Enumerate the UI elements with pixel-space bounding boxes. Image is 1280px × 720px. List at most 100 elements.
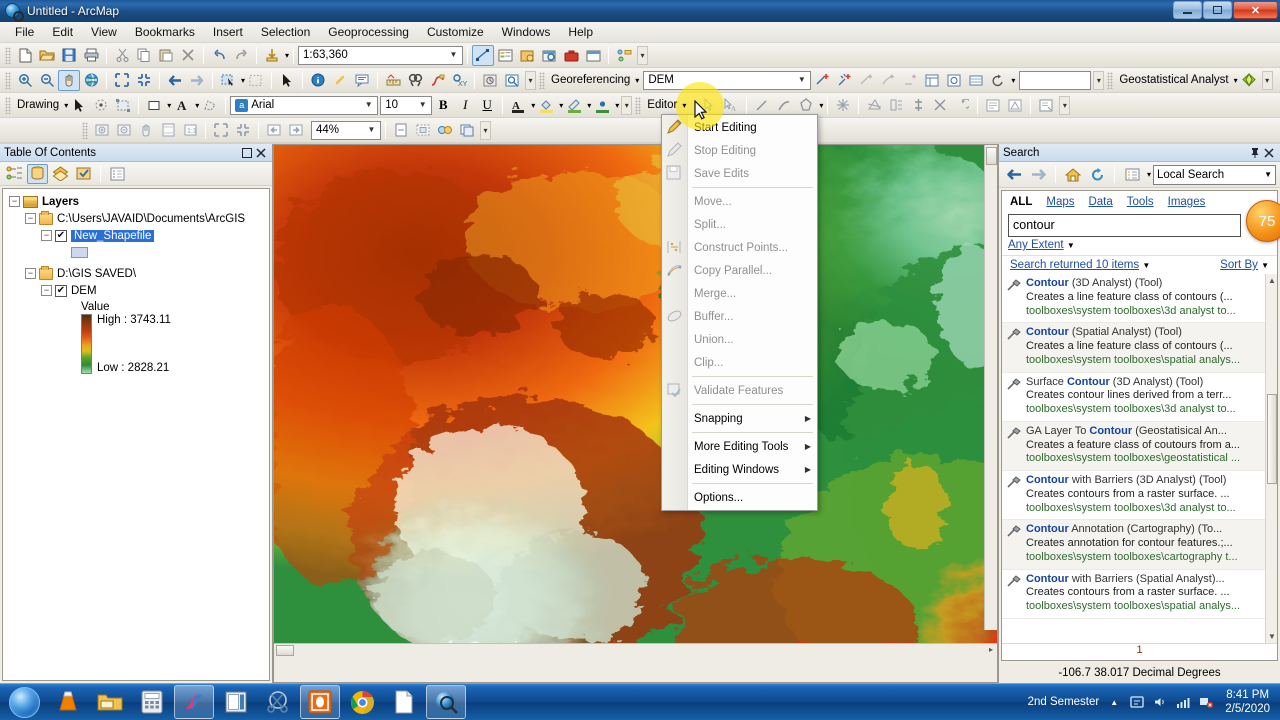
menu-item-split[interactable]: Split... xyxy=(662,213,817,236)
print-icon[interactable] xyxy=(80,45,102,66)
expander-icon[interactable]: − xyxy=(25,213,36,224)
add-data-dropdown-icon[interactable]: ▾ xyxy=(283,51,289,60)
font-size-combo[interactable]: 10 ▼ xyxy=(380,95,433,115)
taskbar-vlc-media-player[interactable] xyxy=(48,685,88,719)
go-back-extent-layout-icon[interactable] xyxy=(263,120,285,141)
search-results-list[interactable]: Contour (3D Analyst) (Tool) Creates a li… xyxy=(1002,274,1277,643)
go-to-xy-icon[interactable]: XY xyxy=(448,70,470,91)
new-text-icon[interactable]: A xyxy=(171,95,193,116)
toc-layer-dem[interactable]: − ✔ DEM xyxy=(5,282,267,299)
drawing-toolbar-grip[interactable] xyxy=(5,96,11,114)
pan-layout-icon[interactable] xyxy=(135,120,157,141)
menu-item-options[interactable]: Options... xyxy=(662,486,817,509)
select-elements-icon[interactable] xyxy=(68,95,90,116)
editor-dropdown-menu[interactable]: Start Editing Stop Editing Save Edits Mo… xyxy=(661,114,818,511)
georeferencing-toolbar-grip[interactable] xyxy=(539,71,546,89)
identify-icon[interactable] xyxy=(307,70,329,91)
trace-dropdown-icon[interactable]: ▾ xyxy=(817,101,823,110)
reshape-feature-icon[interactable] xyxy=(929,95,951,116)
full-extent-icon[interactable] xyxy=(80,70,102,91)
toc-layer-new-shapefile[interactable]: − ✔ New_Shapefile xyxy=(5,227,267,244)
select-features-icon[interactable] xyxy=(217,70,239,91)
scroll-down-arrow-icon[interactable]: ▼ xyxy=(1268,632,1276,641)
home-icon[interactable] xyxy=(1062,164,1084,185)
network-error-icon[interactable] xyxy=(1198,694,1214,710)
action-center-icon[interactable] xyxy=(1129,694,1145,710)
chevron-down-icon[interactable]: ▼ xyxy=(795,75,808,84)
font-color-icon[interactable]: A xyxy=(507,95,529,116)
geostatistical-wizard-icon[interactable] xyxy=(1238,70,1260,91)
tray-expand-icon[interactable]: ▲ xyxy=(1106,694,1122,710)
taskbar-snipping-tool[interactable] xyxy=(258,685,298,719)
scrollbar-thumb[interactable] xyxy=(276,645,294,656)
map-data-frame[interactable]: ▸ xyxy=(273,144,998,683)
fixed-zoom-out-icon[interactable] xyxy=(133,70,155,91)
georef-point-1-icon[interactable] xyxy=(855,70,877,91)
menu-item-snapping[interactable]: Snapping ▶ xyxy=(662,407,817,430)
menu-item-copy-parallel[interactable]: Copy Parallel... xyxy=(662,259,817,282)
menu-bookmarks[interactable]: Bookmarks xyxy=(126,23,204,41)
maximize-button[interactable] xyxy=(1203,1,1232,19)
list-by-source-icon[interactable] xyxy=(27,163,48,184)
toc-symbol-row[interactable] xyxy=(5,244,267,261)
taskbar-document-reader[interactable] xyxy=(216,685,256,719)
time-slider-icon[interactable] xyxy=(479,70,501,91)
layout-toolbar-grip[interactable] xyxy=(82,121,88,139)
menu-windows[interactable]: Windows xyxy=(493,23,560,41)
edit-vertices-icon[interactable] xyxy=(199,95,221,116)
expander-icon[interactable]: − xyxy=(9,196,20,207)
menu-item-move[interactable]: Move... xyxy=(662,190,817,213)
paste-icon[interactable] xyxy=(155,45,177,66)
georef-point-3-icon[interactable] xyxy=(899,70,921,91)
close-icon[interactable] xyxy=(1262,146,1276,160)
search-extent-link[interactable]: Any Extent xyxy=(1008,239,1064,251)
georeferencing-dropdown-icon[interactable]: ▾ xyxy=(633,76,639,85)
pan-icon[interactable] xyxy=(58,69,80,91)
new-map-icon[interactable] xyxy=(14,45,36,66)
chevron-down-icon[interactable]: ▼ xyxy=(1067,241,1075,250)
open-icon[interactable] xyxy=(36,45,58,66)
auto-registration-icon[interactable] xyxy=(833,70,855,91)
search-extent-filter[interactable]: Any Extent ▼ xyxy=(1002,237,1277,255)
forward-arrow-icon[interactable] xyxy=(1027,164,1049,185)
menu-item-merge[interactable]: Merge... xyxy=(662,282,817,305)
menu-item-more-editing-tools[interactable]: More Editing Tools ▶ xyxy=(662,435,817,458)
chevron-down-icon[interactable]: ▼ xyxy=(1142,261,1150,270)
map-scale-combo[interactable]: 1:63,360 ▼ xyxy=(298,45,464,65)
layout-zoom-combo[interactable]: 44% ▼ xyxy=(311,120,381,140)
editor-menu-label[interactable]: Editor xyxy=(644,99,680,111)
toc-layer-tree[interactable]: − Layers − C:\Users\JAVAID\Documents\Arc… xyxy=(2,188,270,681)
zoom-out-layout-icon[interactable] xyxy=(113,120,135,141)
rotate-dropdown-icon[interactable]: ▾ xyxy=(1009,76,1015,85)
search-scope-combo[interactable]: Local Search ▼ xyxy=(1153,164,1276,185)
geostatistical-toolbar-grip[interactable] xyxy=(1107,71,1114,89)
go-forward-extent-layout-icon[interactable] xyxy=(285,120,307,141)
volume-icon[interactable] xyxy=(1152,694,1168,710)
add-control-points-icon[interactable] xyxy=(811,70,833,91)
menu-item-editing-windows[interactable]: Editing Windows ▶ xyxy=(662,458,817,481)
list-by-selection-icon[interactable] xyxy=(73,164,94,184)
pin-icon[interactable] xyxy=(1248,146,1262,160)
layout-toolbar-overflow[interactable]: ▾ xyxy=(480,120,491,140)
add-data-icon[interactable] xyxy=(261,45,283,66)
change-layout-icon[interactable] xyxy=(434,120,456,141)
search-result-item[interactable]: Surface Contour (3D Analyst) (Tool) Crea… xyxy=(1002,373,1277,422)
windows-start-orb[interactable] xyxy=(1,685,47,719)
search-result-item[interactable]: Contour Annotation (Cartography) (To... … xyxy=(1002,520,1277,570)
rotate-icon[interactable] xyxy=(987,70,1009,91)
toc-restore-icon[interactable] xyxy=(240,146,254,160)
zoom-in-icon[interactable] xyxy=(14,70,36,91)
menu-item-stop-editing[interactable]: Stop Editing xyxy=(662,139,817,162)
toggle-draft-mode-icon[interactable] xyxy=(390,120,412,141)
georef-table-icon[interactable] xyxy=(965,70,987,91)
marker-color-icon[interactable] xyxy=(591,95,613,116)
hyperlink-icon[interactable] xyxy=(329,70,351,91)
menu-item-buffer[interactable]: Buffer... xyxy=(662,305,817,328)
menu-item-construct-points[interactable]: Construct Points... xyxy=(662,236,817,259)
search-input[interactable]: contour xyxy=(1008,213,1241,237)
search-page-number[interactable]: 1 xyxy=(1002,643,1277,660)
python-window-icon[interactable] xyxy=(582,45,604,66)
split-tool-icon[interactable] xyxy=(863,95,885,116)
taskbar-text-document[interactable] xyxy=(384,685,424,719)
group-element-icon[interactable] xyxy=(112,95,134,116)
